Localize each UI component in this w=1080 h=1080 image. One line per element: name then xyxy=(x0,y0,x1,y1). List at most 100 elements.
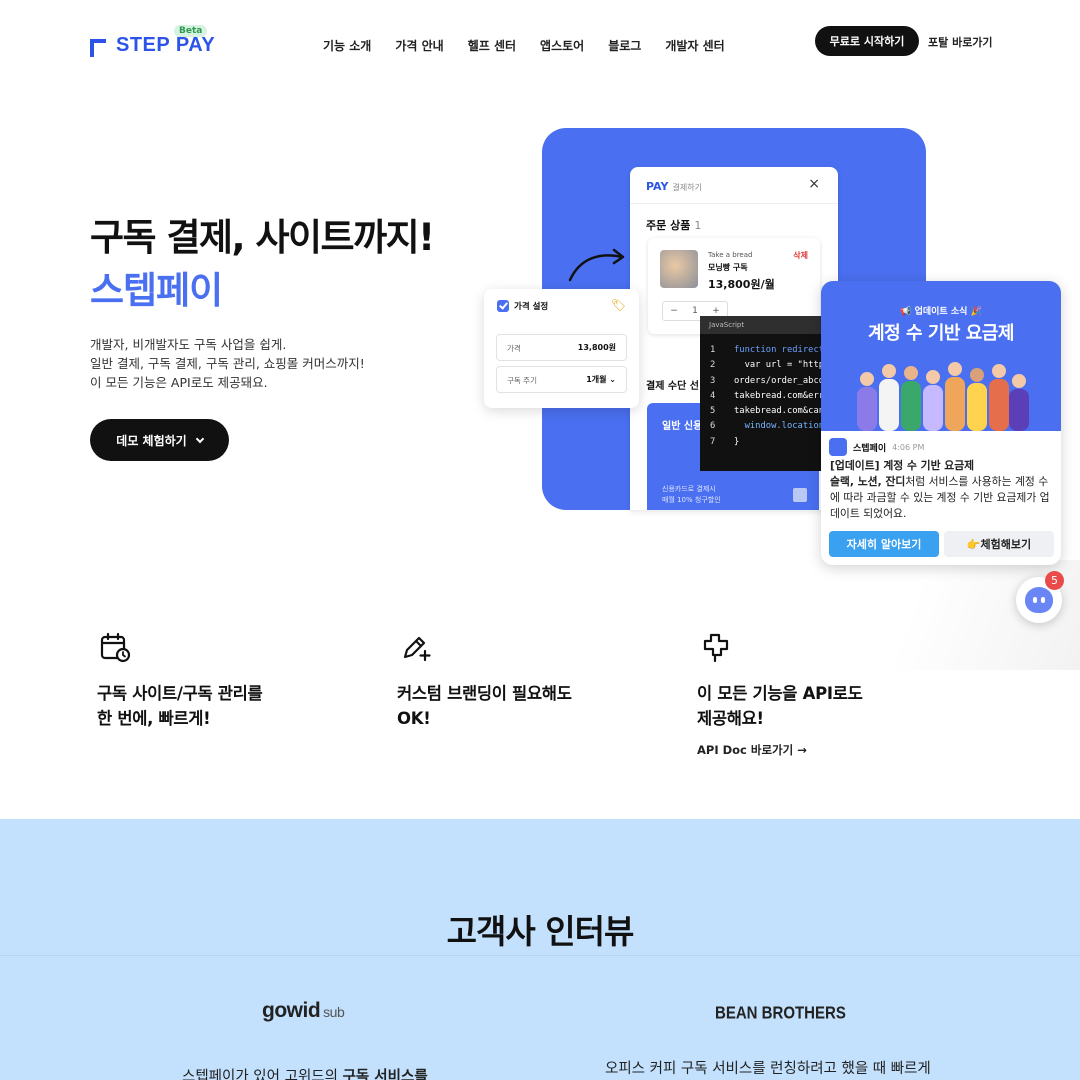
code-line: 4 takebread.com&erro xyxy=(710,390,824,401)
update-notification-card: 📢 업데이트 소식 🎉 계정 수 기반 요금제 스텝페이 4:06 PM [업데… xyxy=(821,281,1061,565)
update-sender: 스텝페이 4:06 PM xyxy=(829,438,924,456)
code-line: 1function redirectPay xyxy=(710,345,824,355)
update-banner: 📢 업데이트 소식 🎉 계정 수 기반 요금제 xyxy=(821,281,1061,431)
checkout-brand: PAY xyxy=(646,180,669,193)
period-value-text: 1개월 xyxy=(586,375,607,384)
product-image xyxy=(660,250,698,288)
payment-card-sub: 신용카드로 결제시 매월 10% 청구할인 xyxy=(662,484,721,506)
nav-item-developers[interactable]: 개발자 센터 xyxy=(665,37,724,54)
demo-button-label: 데모 체험하기 xyxy=(116,433,187,448)
portal-link[interactable]: 포탈 바로가기 xyxy=(928,34,993,50)
try-it-button[interactable]: 👉체험해보기 xyxy=(944,531,1054,557)
main-nav: 기능 소개 가격 안내 헬프 센터 앱스토어 블로그 개발자 센터 xyxy=(323,37,725,54)
quote-text: 스텝페이가 있어 고위드의 xyxy=(182,1069,343,1080)
update-message-title: [업데이트] 계정 수 기반 요금제 xyxy=(830,459,975,472)
start-free-button[interactable]: 무료로 시작하기 xyxy=(815,26,919,56)
price-value: 13,800원 xyxy=(577,343,616,352)
calendar-clock-icon xyxy=(100,632,131,663)
quote-bold: 구독 서비스를 xyxy=(342,1069,428,1080)
code-line: 6 window.location.h xyxy=(710,421,824,432)
update-tag: 📢 업데이트 소식 🎉 xyxy=(900,307,982,317)
feature-title: 이 모든 기능을 API로도 제공해요! xyxy=(697,681,927,731)
interview-quote: 오피스 커피 구독 서비스를 런칭하려고 했을 때 빠르게 xyxy=(605,1061,931,1077)
demo-button[interactable]: 데모 체험하기 xyxy=(90,419,229,461)
pencil-plus-icon xyxy=(403,636,431,662)
interview-quote: 스텝페이가 있어 고위드의 구독 서비스를 xyxy=(182,1065,428,1080)
sender-time: 4:06 PM xyxy=(892,442,925,452)
payment-card-title: 일반 신용 xyxy=(662,421,703,432)
update-message-bold: 슬랙, 노션, 잔디 xyxy=(830,475,906,488)
beta-badge: Beta xyxy=(174,25,208,37)
product-delete: 삭제 xyxy=(793,251,808,260)
gowid-logo-text: gowid xyxy=(262,999,321,1022)
learn-more-button[interactable]: 자세히 알아보기 xyxy=(829,531,939,557)
curved-arrow-icon xyxy=(568,248,625,282)
hero-desc-line: 개발자, 비개발자도 구독 사업을 쉽게. xyxy=(90,337,287,352)
payment-method-label: 결제 수단 선 xyxy=(646,381,699,392)
quantity-value: 1 xyxy=(692,306,698,316)
feature-title-line: 구독 사이트/구독 관리를 xyxy=(97,684,263,703)
price-row: 가격 13,800원 xyxy=(496,334,627,361)
price-label: 가격 xyxy=(507,344,521,353)
code-line: 3orders/order_abcd/p xyxy=(710,375,824,386)
order-label: 주문 상품 1 xyxy=(646,217,701,233)
interview-title: 고객사 인터뷰 xyxy=(446,912,635,951)
nav-item-features[interactable]: 기능 소개 xyxy=(323,37,371,54)
feature-item: 이 모든 기능을 API로도 제공해요! API Doc 바로가기 → xyxy=(697,631,927,758)
chat-bot-icon xyxy=(1025,587,1053,613)
product-brand: Take a bread xyxy=(708,251,753,259)
minus-icon: − xyxy=(670,306,678,316)
code-snippet: JavaScript 1function redirectPay 2 var u… xyxy=(700,316,824,471)
update-message: [업데이트] 계정 수 기반 요금제 슬랙, 노션, 잔디처럼 서비스를 사용하… xyxy=(830,458,1054,522)
sender-name: 스텝페이 xyxy=(853,443,887,454)
code-lines: 1function redirectPay 2 var url = "https… xyxy=(700,334,824,450)
update-banner-title: 계정 수 기반 요금제 xyxy=(868,323,1014,344)
hero-title: 구독 결제, 사이트까지! xyxy=(90,216,435,259)
logo-mark-icon xyxy=(90,35,110,57)
nav-item-blog[interactable]: 블로그 xyxy=(608,37,641,54)
period-label: 구독 주기 xyxy=(507,376,537,385)
gowid-logo: gowid sub xyxy=(262,999,345,1023)
price-tag-icon: 🏷 xyxy=(610,298,626,312)
nav-item-pricing[interactable]: 가격 안내 xyxy=(395,37,443,54)
code-line: 2 var url = "https://ap xyxy=(710,360,824,371)
feature-title-line: 이 모든 기능을 API로도 xyxy=(697,684,863,703)
code-language-label: JavaScript xyxy=(700,316,824,334)
chevron-down-icon xyxy=(195,434,204,443)
api-doc-link[interactable]: API Doc 바로가기 → xyxy=(697,742,927,758)
gowid-logo-sub: sub xyxy=(323,1004,345,1020)
bean-brothers-logo: BEAN BROTHERS xyxy=(715,1003,846,1024)
feature-item: 커스텀 브랜딩이 필요해도 OK! xyxy=(397,631,627,731)
feature-title: 커스텀 브랜딩이 필요해도 OK! xyxy=(397,681,627,731)
nav-item-appstore[interactable]: 앱스토어 xyxy=(540,37,584,54)
feature-title-line: 제공해요! xyxy=(697,709,764,728)
code-line: 5 takebread.com&canc xyxy=(710,406,824,417)
steppay-logo[interactable]: STEP PAY Beta xyxy=(90,25,216,57)
customer-interview-section: 고객사 인터뷰 gowid sub BEAN BROTHERS 스텝페이가 있어 … xyxy=(0,819,1080,1080)
people-illustration xyxy=(857,362,1029,431)
divider xyxy=(0,955,1080,956)
feature-title-line: OK! xyxy=(397,709,431,728)
nav-item-help[interactable]: 헬프 센터 xyxy=(468,37,516,54)
feature-title-line: 커스텀 브랜딩이 필요해도 xyxy=(397,684,572,703)
close-icon: × xyxy=(808,176,820,192)
hero-description: 개발자, 비개발자도 구독 사업을 쉽게. 일반 결제, 구독 결제, 구독 관… xyxy=(90,335,365,392)
payment-card-sub-line: 신용카드로 결제시 xyxy=(662,485,716,493)
code-line: 7} xyxy=(710,436,740,447)
price-settings-title: 가격 설정 xyxy=(514,302,549,312)
payment-card-sub-line: 매월 10% 청구할인 xyxy=(662,496,721,504)
checkout-header-sub: 결제하기 xyxy=(672,183,702,192)
plus-icon: + xyxy=(712,306,720,316)
chat-unread-badge: 5 xyxy=(1045,571,1064,590)
logo-text: STEP PAY xyxy=(116,34,216,56)
feature-item: 구독 사이트/구독 관리를 한 번에, 빠르게! xyxy=(97,631,327,731)
price-settings-card: 가격 설정 🏷 가격 13,800원 구독 주기 1개월 ⌄ xyxy=(484,289,639,408)
period-value: 1개월 ⌄ xyxy=(586,375,616,384)
avatar xyxy=(829,438,847,456)
card-select-icon xyxy=(793,488,807,502)
divider xyxy=(630,203,838,204)
feature-title: 구독 사이트/구독 관리를 한 번에, 빠르게! xyxy=(97,681,327,731)
hero-desc-line: 이 모든 기능은 API로도 제공돼요. xyxy=(90,375,268,390)
hero-desc-line: 일반 결제, 구독 결제, 구독 관리, 쇼핑몰 커머스까지! xyxy=(90,356,365,371)
site-header: STEP PAY Beta 기능 소개 가격 안내 헬프 센터 앱스토어 블로그… xyxy=(0,0,1080,88)
